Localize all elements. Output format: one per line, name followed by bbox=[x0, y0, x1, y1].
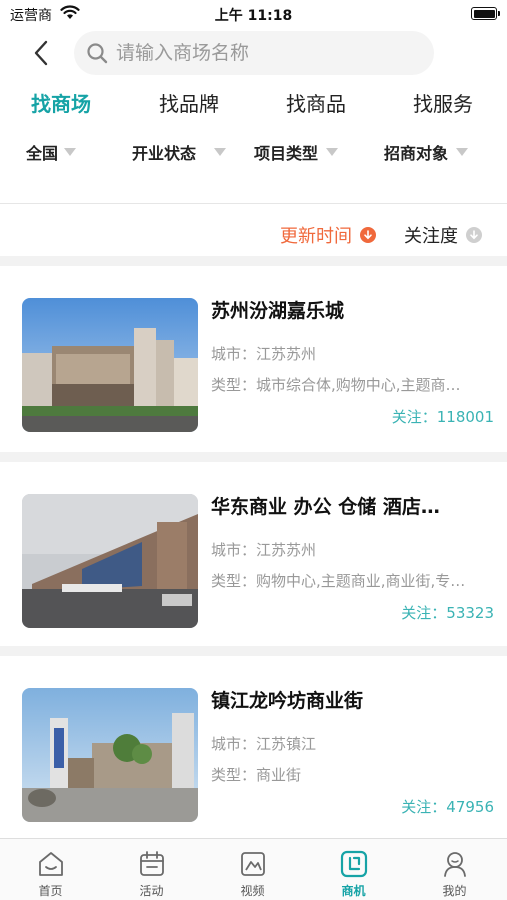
section-gap bbox=[0, 646, 507, 656]
arrow-down-icon bbox=[360, 227, 376, 243]
list-item[interactable]: 华东商业 办公 仓储 酒店… 城市：江苏苏州 类型：购物中心,主题商业,商业街,… bbox=[0, 462, 507, 646]
battery-icon bbox=[471, 7, 500, 20]
tab-activity[interactable]: 活动 bbox=[101, 839, 202, 900]
filter-region-label: 全国 bbox=[26, 144, 59, 163]
search-icon bbox=[87, 43, 108, 64]
tab-video-label: 视频 bbox=[240, 884, 265, 898]
tab-opportunity-label: 商机 bbox=[341, 884, 366, 898]
tab-find-product[interactable]: 找商品 bbox=[286, 88, 346, 117]
dropdown-arrow-icon bbox=[214, 148, 227, 156]
search-input[interactable] bbox=[116, 42, 416, 64]
tab-find-mall[interactable]: 找商场 bbox=[31, 88, 91, 117]
listing-title: 苏州汾湖嘉乐城 bbox=[211, 300, 345, 322]
sort-update-time-label: 更新时间 bbox=[280, 226, 352, 247]
clock: 上午 11:18 bbox=[214, 8, 293, 24]
dropdown-arrow-icon bbox=[456, 148, 469, 156]
tab-opportunity[interactable]: 商机 bbox=[303, 839, 404, 900]
arrow-down-icon bbox=[466, 227, 482, 243]
dropdown-arrow-icon bbox=[326, 148, 339, 156]
filter-target-tenant[interactable]: 招商对象 bbox=[384, 140, 469, 164]
back-button[interactable] bbox=[26, 36, 56, 70]
listing-title: 华东商业 办公 仓储 酒店… bbox=[211, 496, 440, 518]
profile-icon bbox=[443, 852, 466, 877]
status-bar: 运营商 上午 11:18 bbox=[0, 0, 507, 28]
calendar-icon bbox=[139, 851, 164, 876]
tab-profile-label: 我的 bbox=[442, 884, 467, 898]
home-icon bbox=[38, 852, 63, 876]
sort-update-time[interactable]: 更新时间 bbox=[280, 222, 376, 248]
filter-opening-status[interactable]: 开业状态 bbox=[132, 140, 227, 164]
filter-region[interactable]: 全国 bbox=[26, 140, 77, 164]
bottom-tab-bar: 首页 活动 视频 商机 我的 bbox=[0, 838, 507, 900]
list-item[interactable]: 镇江龙吟坊商业街 城市：江苏镇江 类型：商业街 关注：47956 bbox=[0, 656, 507, 840]
dropdown-arrow-icon bbox=[64, 148, 77, 156]
tab-profile[interactable]: 我的 bbox=[404, 839, 505, 900]
chevron-left-icon bbox=[34, 40, 48, 66]
listing-city: 城市：江苏镇江 bbox=[211, 735, 317, 753]
opportunity-icon bbox=[340, 850, 367, 878]
mall-photo bbox=[22, 298, 198, 432]
section-gap bbox=[0, 256, 507, 266]
listing-city: 城市：江苏苏州 bbox=[211, 345, 317, 363]
listing-type: 类型：城市综合体,购物中心,主题商… bbox=[211, 376, 461, 394]
sort-popularity-label: 关注度 bbox=[404, 226, 458, 247]
listing-type: 类型：购物中心,主题商业,商业街,专… bbox=[211, 572, 466, 590]
listing-follow-count: 关注：118001 bbox=[391, 408, 494, 426]
listing-type: 类型：商业街 bbox=[211, 766, 302, 784]
listing-follow-count: 关注：53323 bbox=[401, 604, 494, 622]
sort-bar: 更新时间 关注度 bbox=[0, 218, 507, 252]
mall-photo bbox=[22, 494, 198, 628]
category-tabs: 找商场 找品牌 找商品 找服务 bbox=[0, 88, 507, 122]
sort-popularity[interactable]: 关注度 bbox=[404, 222, 482, 248]
tab-video[interactable]: 视频 bbox=[202, 839, 303, 900]
mall-photo bbox=[22, 688, 198, 822]
tab-home-label: 首页 bbox=[38, 884, 63, 898]
tab-activity-label: 活动 bbox=[139, 884, 164, 898]
filter-opening-status-label: 开业状态 bbox=[132, 144, 197, 163]
divider bbox=[0, 203, 507, 204]
section-gap bbox=[0, 452, 507, 462]
listing-city: 城市：江苏苏州 bbox=[211, 541, 317, 559]
tab-find-brand[interactable]: 找品牌 bbox=[159, 88, 219, 117]
filter-bar: 全国 开业状态 项目类型 招商对象 bbox=[0, 140, 507, 168]
filter-project-type-label: 项目类型 bbox=[254, 144, 319, 163]
filter-project-type[interactable]: 项目类型 bbox=[254, 140, 339, 164]
listing-title: 镇江龙吟坊商业街 bbox=[211, 690, 364, 712]
tab-home[interactable]: 首页 bbox=[0, 839, 101, 900]
list-item[interactable]: 苏州汾湖嘉乐城 城市：江苏苏州 类型：城市综合体,购物中心,主题商… 关注：11… bbox=[0, 266, 507, 450]
video-icon bbox=[240, 852, 265, 876]
search-bar[interactable] bbox=[74, 31, 434, 75]
tab-find-service[interactable]: 找服务 bbox=[413, 88, 473, 117]
listing-follow-count: 关注：47956 bbox=[401, 798, 494, 816]
filter-target-tenant-label: 招商对象 bbox=[384, 144, 449, 163]
